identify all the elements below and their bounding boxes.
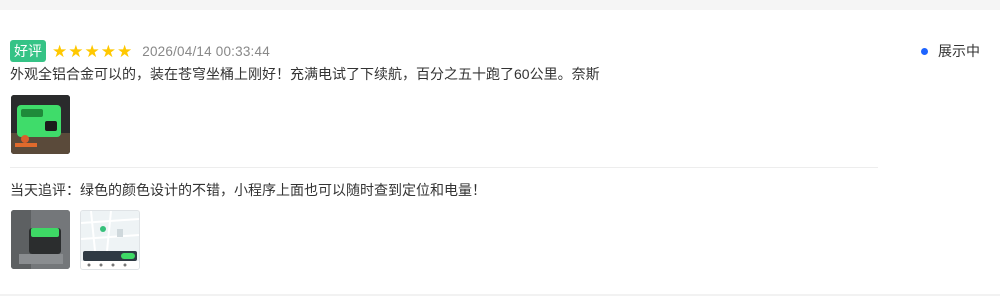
star-icon: ★ <box>84 41 100 61</box>
review-image-1[interactable] <box>11 95 70 154</box>
star-icon: ★ <box>100 41 116 61</box>
star-icon: ★ <box>52 41 68 61</box>
star-rating: ★ ★ ★ ★ ★ <box>52 43 132 60</box>
star-icon: ★ <box>68 41 84 61</box>
review-image-3[interactable] <box>80 210 140 270</box>
star-icon: ★ <box>117 41 133 61</box>
battery-floor-image <box>11 210 70 269</box>
bottom-divider <box>0 294 1000 296</box>
map-screenshot-image <box>81 211 139 269</box>
status-dot-icon <box>921 47 928 55</box>
followup-content: 当天追评：绿色的颜色设计的不错，小程序上面也可以随时查到定位和电量！ <box>10 182 486 198</box>
review-header: 好评 ★ ★ ★ ★ ★ 2026/04/14 00:33:44 <box>10 39 270 63</box>
review-card: 好评 ★ ★ ★ ★ ★ 2026/04/14 00:33:44 展示中 <box>0 10 1000 306</box>
review-content: 外观全铝合金可以的，装在苍穹坐桶上刚好！充满电试了下续航，百分之五十跑了60公里… <box>10 66 600 82</box>
review-date: 2026/04/14 00:33:44 <box>142 43 270 59</box>
rating-tag: 好评 <box>10 40 46 62</box>
divider <box>10 167 878 168</box>
review-image-2[interactable] <box>11 210 70 269</box>
status-label: 展示中 <box>938 43 980 59</box>
green-battery-image <box>11 95 70 154</box>
review-status: 展示中 <box>921 41 980 61</box>
